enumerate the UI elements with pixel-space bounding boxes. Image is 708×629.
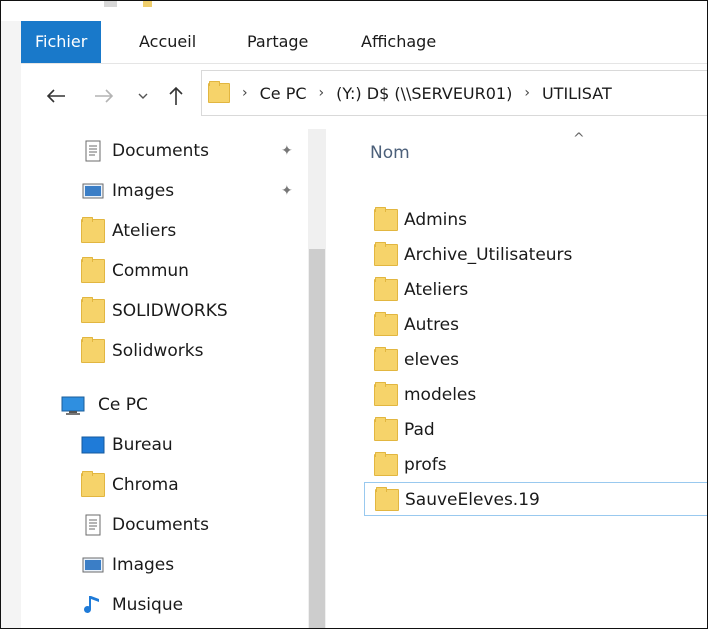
nav-item-label: Ce PC [98, 395, 148, 415]
folder-icon [375, 487, 399, 511]
nav-item-solidworks-upper[interactable]: SOLIDWORKS [21, 291, 311, 331]
folder-icon [81, 337, 105, 363]
folder-icon [374, 277, 398, 301]
nav-item-images[interactable]: Images ✦ [21, 171, 311, 211]
tab-fichier[interactable]: Fichier [21, 21, 102, 63]
scrollbar-thumb[interactable] [309, 249, 325, 628]
file-name: modeles [404, 385, 477, 405]
list-item[interactable]: Ateliers [364, 273, 664, 307]
file-name: Pad [404, 420, 435, 440]
file-name: Ateliers [404, 280, 469, 300]
breadcrumb-ce-pc[interactable]: Ce PC [260, 84, 307, 103]
file-name: eleves [404, 350, 460, 370]
file-list: ^ Nom Admins Archive_Utilisateurs Atelie… [326, 129, 707, 628]
forward-button[interactable] [89, 64, 119, 128]
folder-icon [81, 471, 105, 497]
background-stub [104, 1, 117, 7]
folder-icon [374, 207, 398, 231]
tab-affichage[interactable]: Affichage [361, 21, 436, 63]
folder-icon [374, 382, 398, 406]
nav-item-label: Documents [112, 141, 209, 161]
list-item[interactable]: eleves [364, 343, 664, 377]
file-name: profs [404, 455, 447, 475]
arrow-up-icon [169, 86, 183, 105]
folder-icon [208, 81, 230, 103]
sort-ascending-icon: ^ [573, 131, 585, 147]
nav-item-label: Ateliers [112, 221, 177, 241]
nav-item-label: Images [112, 181, 175, 201]
nav-item-bureau[interactable]: Bureau [21, 425, 311, 465]
tab-accueil[interactable]: Accueil [139, 21, 196, 63]
background-window-edge [1, 21, 21, 628]
tab-partage[interactable]: Partage [247, 21, 308, 63]
ribbon-tabs: Fichier Accueil Partage Affichage [21, 21, 707, 64]
documents-icon [85, 514, 101, 536]
images-icon [82, 557, 104, 573]
nav-item-ce-pc[interactable]: Ce PC [21, 385, 311, 425]
nav-item-label: Chroma [112, 475, 179, 495]
list-item[interactable]: Autres [364, 308, 664, 342]
nav-item-images-pc[interactable]: Images [21, 545, 311, 585]
nav-item-solidworks[interactable]: Solidworks [21, 331, 311, 371]
computer-icon [61, 396, 85, 415]
nav-item-label: Solidworks [112, 341, 204, 361]
folder-icon [374, 452, 398, 476]
breadcrumb-drive[interactable]: (Y:) D$ (\\SERVEUR01) [336, 84, 512, 103]
navigation-bar: › Ce PC › (Y:) D$ (\\SERVEUR01) › UTILIS… [21, 64, 707, 128]
nav-item-label: Bureau [112, 435, 173, 455]
file-name: Admins [404, 210, 468, 230]
nav-item-label: Documents [112, 515, 209, 535]
list-item-focused[interactable]: SauveEleves.19 [364, 482, 707, 516]
list-item[interactable]: Archive_Utilisateurs [364, 238, 664, 272]
nav-item-label: SOLIDWORKS [112, 301, 228, 321]
chevron-right-icon: › [318, 85, 325, 101]
nav-item-chroma[interactable]: Chroma [21, 465, 311, 505]
arrow-left-icon [46, 89, 65, 103]
file-explorer-window: Fichier Accueil Partage Affichage › Ce P… [21, 21, 707, 628]
list-item[interactable]: Admins [364, 203, 664, 237]
arrow-right-icon [95, 89, 114, 103]
breadcrumb-utilisat[interactable]: UTILISAT [542, 84, 612, 103]
pin-icon[interactable]: ✦ [281, 131, 293, 171]
nav-item-commun[interactable]: Commun [21, 251, 311, 291]
list-item[interactable]: Pad [364, 413, 664, 447]
file-name: SauveEleves.19 [405, 490, 540, 510]
navigation-pane-scrollbar[interactable] [308, 129, 326, 628]
back-button[interactable] [41, 64, 71, 128]
nav-item-label: Images [112, 555, 175, 575]
folder-icon [374, 312, 398, 336]
file-name: Autres [404, 315, 460, 335]
nav-item-label: Musique [112, 595, 184, 615]
nav-item-documents-pc[interactable]: Documents [21, 505, 311, 545]
nav-item-musique[interactable]: Musique [21, 585, 311, 625]
chevron-down-icon [138, 93, 148, 99]
folder-icon [374, 242, 398, 266]
up-button[interactable] [164, 64, 188, 128]
background-stub [143, 1, 152, 7]
folder-icon [81, 257, 105, 283]
nav-item-documents[interactable]: Documents ✦ ^ [21, 131, 317, 171]
desktop-icon [81, 436, 105, 454]
nav-item-label: Commun [112, 261, 189, 281]
recent-locations-button[interactable] [133, 64, 153, 128]
folder-icon [374, 347, 398, 371]
chevron-right-icon: › [524, 85, 530, 101]
navigation-pane: Documents ✦ ^ Images ✦ Ateliers Commun S… [21, 129, 326, 628]
chevron-right-icon: › [242, 85, 248, 101]
explorer-screenshot: Fichier Accueil Partage Affichage › Ce P… [0, 0, 708, 629]
nav-item-ateliers[interactable]: Ateliers [21, 211, 311, 251]
music-icon [84, 596, 99, 613]
column-header-nom[interactable]: Nom [370, 143, 410, 163]
list-item[interactable]: profs [364, 448, 664, 482]
documents-icon [85, 140, 101, 162]
images-icon [82, 183, 104, 199]
file-name: Archive_Utilisateurs [404, 245, 573, 265]
folder-icon [81, 217, 105, 243]
background-top-strip [1, 1, 707, 21]
pin-icon[interactable]: ✦ [281, 171, 293, 211]
folder-icon [374, 417, 398, 441]
address-bar[interactable]: › Ce PC › (Y:) D$ (\\SERVEUR01) › UTILIS… [201, 70, 707, 116]
folder-icon [81, 297, 105, 323]
list-item[interactable]: modeles [364, 378, 664, 412]
